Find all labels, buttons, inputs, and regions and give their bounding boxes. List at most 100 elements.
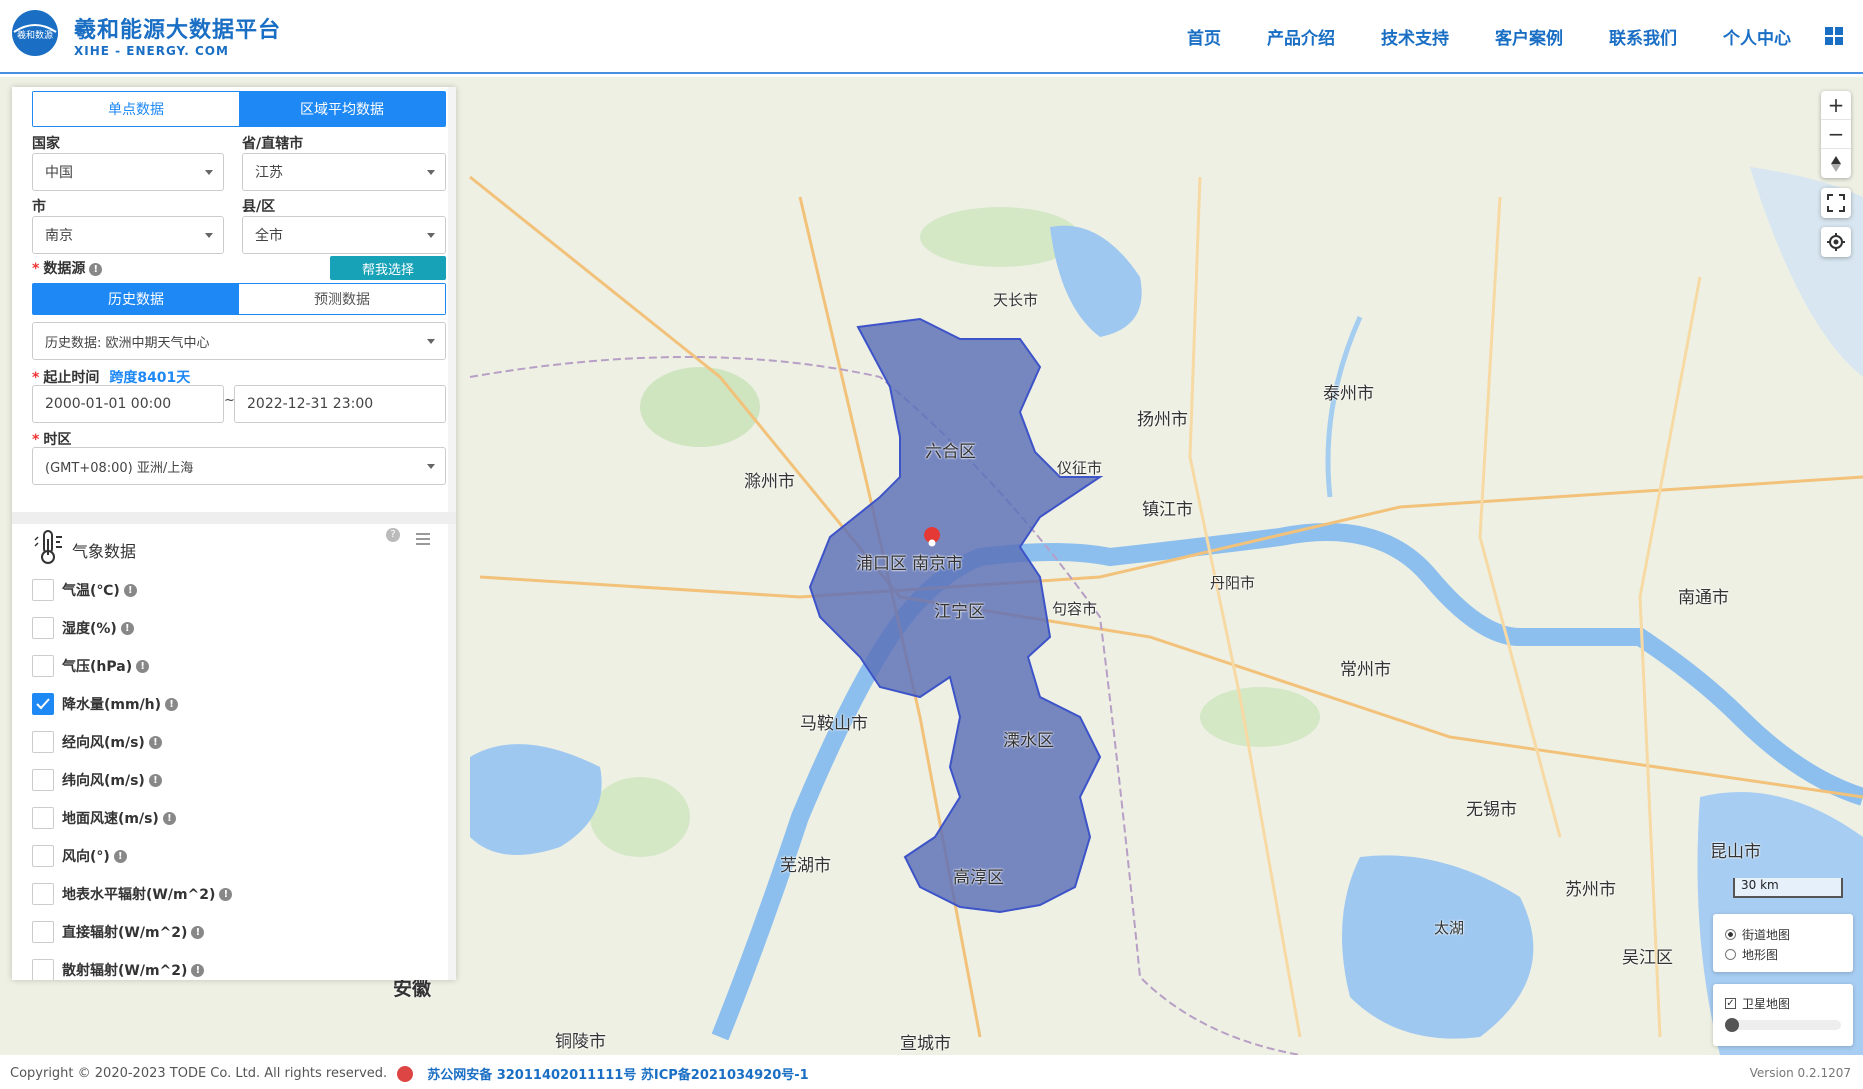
meteo-item-ghi[interactable]: 地表水平辐射(W/m^2)!: [32, 881, 233, 907]
info-icon[interactable]: !: [136, 659, 150, 673]
checkbox-checked[interactable]: [32, 693, 54, 715]
compass-reset-button[interactable]: [1821, 149, 1851, 178]
city-label: 市: [32, 199, 46, 215]
checkbox[interactable]: [32, 845, 54, 867]
chevron-down-icon: [427, 233, 435, 238]
thermometer-icon: [34, 530, 62, 564]
required-mark: *: [32, 432, 40, 448]
map-label-taizhou: 泰州市: [1323, 384, 1374, 404]
map-label-kunshan: 昆山市: [1710, 842, 1761, 862]
satellite-option[interactable]: ✓ 卫星地图: [1725, 994, 1841, 1012]
layer-street-option[interactable]: 街道地图: [1725, 924, 1841, 944]
tab-region-average[interactable]: 区域平均数据: [239, 92, 445, 126]
meteo-item-precipitation[interactable]: 降水量(mm/h)!: [32, 691, 179, 717]
start-time-input[interactable]: 2000-01-01 00:00: [32, 385, 224, 423]
apps-grid-icon[interactable]: [1825, 27, 1843, 45]
map-label-lishui: 溧水区: [1003, 731, 1054, 751]
map-label-wujiang: 吴江区: [1622, 948, 1673, 968]
checkbox[interactable]: [32, 959, 54, 980]
end-time-input[interactable]: 2022-12-31 23:00: [234, 385, 446, 423]
province-label: 省/直辖市: [242, 136, 304, 152]
layer-terrain-option[interactable]: 地形图: [1725, 944, 1841, 964]
tab-single-point[interactable]: 单点数据: [33, 92, 239, 126]
opacity-slider[interactable]: [1725, 1018, 1841, 1032]
map-label-chuzhou: 滁州市: [744, 472, 795, 492]
checkbox[interactable]: [32, 807, 54, 829]
nav-cases[interactable]: 客户案例: [1495, 24, 1563, 49]
radio-street[interactable]: [1725, 928, 1736, 940]
scale-bar: 30 km: [1733, 878, 1843, 898]
meteo-item-zonal-wind[interactable]: 纬向风(m/s)!: [32, 767, 162, 793]
checkbox[interactable]: [32, 883, 54, 905]
info-icon[interactable]: !: [162, 811, 176, 825]
police-badge-icon: [397, 1065, 414, 1082]
info-icon[interactable]: !: [120, 621, 134, 635]
meteo-item-pressure[interactable]: 气压(hPa)!: [32, 653, 150, 679]
info-icon[interactable]: !: [113, 849, 127, 863]
timezone-select[interactable]: (GMT+08:00) 亚洲/上海: [32, 447, 446, 485]
satellite-checkbox[interactable]: ✓: [1725, 997, 1736, 1009]
info-icon[interactable]: !: [219, 887, 233, 901]
nav-support[interactable]: 技术支持: [1381, 24, 1449, 49]
meteo-item-wind-direction[interactable]: 风向(°)!: [32, 843, 127, 869]
locate-button[interactable]: [1821, 227, 1851, 257]
nav-contact[interactable]: 联系我们: [1609, 24, 1677, 49]
meteo-item-humidity[interactable]: 湿度(%)!: [32, 615, 134, 641]
radio-terrain[interactable]: [1725, 948, 1736, 960]
help-choose-button[interactable]: 帮我选择: [330, 256, 446, 280]
info-icon[interactable]: !: [191, 925, 205, 939]
tab-forecast[interactable]: 预测数据: [239, 284, 445, 314]
chevron-down-icon: [205, 233, 213, 238]
tab-history[interactable]: 历史数据: [33, 284, 239, 314]
brand-title: 羲和能源大数据平台: [74, 18, 282, 43]
map-label-jurong: 句容市: [1052, 600, 1098, 618]
meteo-item-wind-speed[interactable]: 地面风速(m/s)!: [32, 805, 176, 831]
checkbox[interactable]: [32, 655, 54, 677]
compass-icon: [1831, 155, 1841, 172]
top-header: 羲和数源 羲和能源大数据平台 XIHE - ENERGY. COM 首页 产品介…: [0, 0, 1863, 74]
fullscreen-button[interactable]: [1821, 188, 1851, 218]
nav-home[interactable]: 首页: [1187, 24, 1221, 49]
map-label-danyang: 丹阳市: [1210, 574, 1256, 592]
source-label: * 数据源!: [32, 258, 103, 278]
map-label-liuhe: 六合区: [925, 442, 976, 462]
info-icon[interactable]: !: [123, 583, 137, 597]
info-icon[interactable]: !: [89, 262, 103, 276]
copyright-text: Copyright © 2020-2023 TODE Co. Ltd. All …: [10, 1066, 388, 1081]
meteo-item-dhi[interactable]: 散射辐射(W/m^2)!: [32, 957, 205, 980]
province-select[interactable]: 江苏: [242, 153, 446, 191]
checkbox[interactable]: [32, 769, 54, 791]
checkbox[interactable]: [32, 579, 54, 601]
panel-scrollbar[interactable]: [448, 87, 456, 980]
fullscreen-icon: [1827, 194, 1845, 212]
city-select[interactable]: 南京: [32, 216, 224, 254]
source-select[interactable]: 历史数据: 欧洲中期天气中心: [32, 322, 446, 360]
checkbox[interactable]: [32, 921, 54, 943]
chevron-down-icon: [427, 339, 435, 344]
info-icon[interactable]: !: [165, 697, 179, 711]
checkbox[interactable]: [32, 617, 54, 639]
help-icon[interactable]: ?: [386, 528, 400, 542]
svg-text:羲和数源: 羲和数源: [17, 29, 53, 41]
zoom-in-button[interactable]: +: [1821, 91, 1851, 120]
query-panel: 单点数据 区域平均数据 国家 中国 省/直辖市 江苏 市 南京 县/区 全市 *…: [12, 87, 456, 980]
nav-profile[interactable]: 个人中心: [1723, 24, 1791, 49]
beian-link[interactable]: 苏公网安备 32011402011111号 苏ICP备2021034920号-1: [427, 1064, 809, 1083]
check-icon: [36, 698, 50, 710]
country-select[interactable]: 中国: [32, 153, 224, 191]
info-icon[interactable]: !: [148, 773, 162, 787]
main-nav: 首页 产品介绍 技术支持 客户案例 联系我们 个人中心: [1141, 0, 1791, 72]
info-icon[interactable]: !: [148, 735, 162, 749]
info-icon[interactable]: !: [191, 963, 205, 977]
map-label-tongling: 铜陵市: [555, 1032, 606, 1052]
meteo-item-meridional-wind[interactable]: 经向风(m/s)!: [32, 729, 162, 755]
country-label: 国家: [32, 136, 60, 152]
meteo-item-dni[interactable]: 直接辐射(W/m^2)!: [32, 919, 205, 945]
zoom-out-button[interactable]: −: [1821, 120, 1851, 149]
district-select[interactable]: 全市: [242, 216, 446, 254]
checkbox[interactable]: [32, 731, 54, 753]
menu-icon[interactable]: [416, 533, 430, 548]
meteo-item-temperature[interactable]: 气温(℃)!: [32, 577, 137, 603]
slider-handle[interactable]: [1725, 1018, 1739, 1032]
nav-products[interactable]: 产品介绍: [1267, 24, 1335, 49]
